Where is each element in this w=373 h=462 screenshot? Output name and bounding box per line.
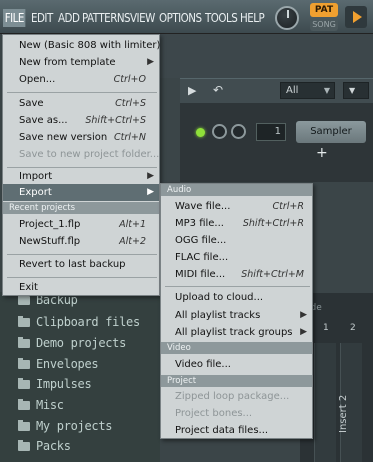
menu-item-recent-project[interactable]: NewStuff.flp Alt+2	[3, 233, 159, 250]
add-channel-button[interactable]: +	[316, 145, 328, 161]
channel-name-button[interactable]: Sampler	[296, 121, 366, 143]
menu-item-import[interactable]: Import ▶	[3, 168, 159, 185]
browser-folder[interactable]: Clipboard files	[18, 312, 140, 332]
channel-row: 1 Sampler	[192, 119, 373, 145]
folder-icon	[18, 378, 30, 389]
project-header: Project	[161, 375, 312, 387]
channel-volume-knob[interactable]	[212, 124, 227, 139]
menu-item-project-data-files[interactable]: Project data files...	[161, 422, 312, 439]
undo-icon[interactable]: ↶	[213, 83, 223, 97]
channel-pan-knob[interactable]	[231, 124, 246, 139]
menu-edit[interactable]: EDIT	[31, 9, 53, 27]
play-icon[interactable]	[345, 6, 367, 28]
browser-folder[interactable]: My projects	[18, 416, 112, 436]
browser-folder[interactable]: Envelopes	[18, 354, 99, 374]
menu-arrow-icon[interactable]: ▶	[188, 84, 196, 97]
chevron-right-icon: ▶	[147, 187, 154, 197]
menu-item-midi-file[interactable]: MIDI file... Shift+Ctrl+M	[161, 266, 312, 283]
menu-view[interactable]: VIEW	[130, 9, 155, 27]
browser-panel: Backup Clipboard files Demo projects Env…	[0, 292, 160, 462]
channel-filter-dropdown[interactable]: All ▼	[280, 82, 335, 99]
menu-file[interactable]: FILE	[3, 9, 26, 27]
chevron-right-icon: ▶	[147, 57, 154, 67]
toolbar-background	[160, 34, 373, 78]
chevron-right-icon: ▶	[300, 310, 307, 320]
menu-item-export[interactable]: Export ▶	[3, 184, 159, 201]
chevron-down-icon: ▼	[323, 86, 330, 95]
mixer-track-number: 1	[323, 323, 329, 333]
pattern-mode-button[interactable]: PAT	[310, 3, 338, 17]
folder-icon	[18, 316, 30, 327]
menu-tools[interactable]: TOOLS	[205, 9, 238, 27]
menu-item-save-to-new-folder: Save to new project folder...	[19, 149, 160, 160]
mixer-track[interactable]	[314, 343, 336, 462]
browser-folder[interactable]: Misc	[18, 395, 64, 415]
menu-add[interactable]: ADD	[58, 9, 80, 27]
folder-icon	[18, 294, 30, 305]
menu-item-save-as[interactable]: Save as... Shift+Ctrl+S	[3, 112, 159, 129]
menu-item-save-new-version[interactable]: Save new version Ctrl+N	[3, 129, 159, 146]
menu-item-all-playlist-tracks[interactable]: All playlist tracks ▶	[161, 307, 312, 324]
menu-options[interactable]: OPTIONS	[159, 9, 202, 27]
browser-folder[interactable]: Packs	[18, 436, 71, 456]
mixer-track-number: 2	[350, 323, 356, 333]
channel-rack-options[interactable]: ▼	[343, 82, 369, 99]
export-submenu: Audio Wave file... Ctrl+R MP3 file... Shif…	[160, 183, 313, 439]
master-volume-knob[interactable]	[275, 6, 299, 30]
menu-help[interactable]: HELP	[240, 9, 265, 27]
folder-icon	[18, 420, 30, 431]
video-header: Video	[161, 342, 312, 354]
menu-separator	[7, 92, 157, 93]
menu-item-project-bones: Project bones...	[175, 408, 253, 419]
file-menu: New (Basic 808 with limiter) New from te…	[2, 34, 160, 296]
chevron-right-icon: ▶	[147, 171, 154, 181]
menu-item-new-from-template[interactable]: New from template ▶	[3, 54, 159, 71]
channel-rack-toolbar: ▶ ↶ All ▼ ▼	[180, 79, 373, 103]
song-mode-button[interactable]: SONG	[310, 18, 338, 31]
menu-separator	[7, 254, 157, 255]
folder-icon	[18, 337, 30, 348]
folder-icon	[18, 399, 30, 410]
channel-number[interactable]: 1	[256, 123, 286, 141]
menu-item-open[interactable]: Open... Ctrl+O	[3, 71, 159, 88]
menu-item-upload-cloud[interactable]: Upload to cloud...	[161, 289, 312, 306]
menu-item-ogg-file[interactable]: OGG file...	[161, 232, 312, 249]
menu-separator	[165, 286, 310, 287]
audio-header: Audio	[161, 184, 312, 196]
menu-item-flac-file[interactable]: FLAC file...	[161, 249, 312, 266]
menu-item-save[interactable]: Save Ctrl+S	[3, 95, 159, 112]
browser-folder[interactable]: Impulses	[18, 374, 92, 394]
channel-mute-led[interactable]	[196, 128, 205, 137]
recent-projects-header: Recent projects	[3, 202, 159, 214]
menu-item-video-file[interactable]: Video file...	[161, 356, 312, 373]
menu-item-zipped-loop-package: Zipped loop package...	[175, 391, 290, 402]
channel-rack: ▶ ↶ All ▼ ▼ 1 Sampler +	[180, 78, 373, 182]
mixer-insert-label: Insert 2	[338, 394, 349, 433]
folder-icon	[18, 358, 30, 369]
menu-item-exit[interactable]: Exit	[3, 279, 159, 296]
menu-item-wave-file[interactable]: Wave file... Ctrl+R	[161, 198, 312, 215]
menu-item-all-playlist-track-groups[interactable]: All playlist track groups ▶	[161, 324, 312, 341]
chevron-right-icon: ▶	[300, 327, 307, 337]
menu-item-revert[interactable]: Revert to last backup	[3, 256, 159, 273]
menu-separator	[7, 277, 157, 278]
browser-folder[interactable]: Demo projects	[18, 333, 126, 353]
channel-filter-value: All	[286, 85, 299, 96]
menu-item-new[interactable]: New (Basic 808 with limiter)	[3, 37, 160, 54]
menu-patterns[interactable]: PATTERNS	[82, 9, 131, 27]
menu-item-mp3-file[interactable]: MP3 file... Shift+Ctrl+R	[161, 215, 312, 232]
menu-item-recent-project[interactable]: Project_1.flp Alt+1	[3, 216, 159, 233]
package-icon	[18, 440, 30, 451]
main-menu-bar: FILE EDIT ADD PATTERNS VIEW OPTIONS TOOL…	[0, 0, 373, 34]
